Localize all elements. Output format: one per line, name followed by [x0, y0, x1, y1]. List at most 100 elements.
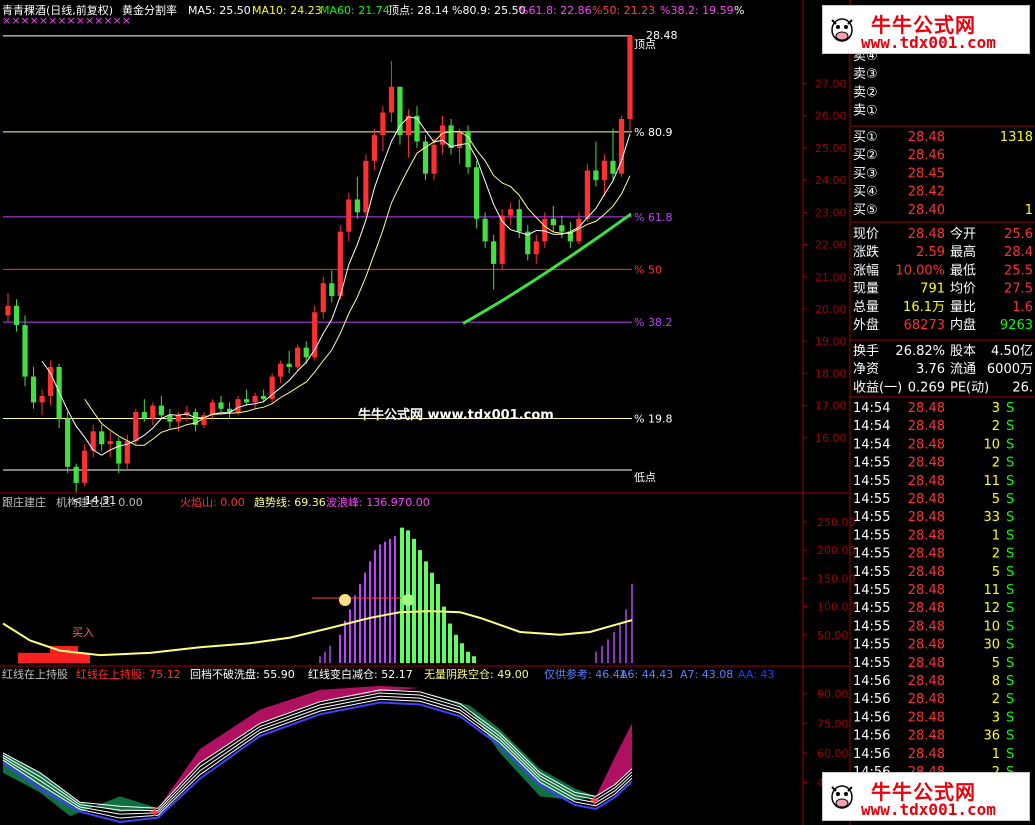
panel3-stat: 回档不破洗盘: 55.90 — [190, 667, 295, 681]
tick-side: S — [1006, 492, 1014, 507]
stat-label: 现价 — [853, 227, 879, 242]
candle-body — [482, 218, 488, 242]
candle-body — [508, 209, 514, 216]
candle-body — [312, 312, 318, 358]
stat-label: 外盘 — [853, 317, 879, 333]
tick-volume: 2 — [992, 692, 1000, 707]
tick-time: 14:55 — [853, 456, 890, 471]
ad-banner-top[interactable]: 牛牛公式网 www.tdx001.com — [822, 5, 1030, 54]
tick-price: 28.48 — [908, 456, 945, 471]
stock-chart-canvas[interactable]: 青青稞酒(日线,前复权) 黄金分割率 MA5: 25.50 MA10: 24.23MA… — [0, 0, 1035, 825]
panel3-y-label: 75.00 — [817, 717, 849, 730]
buy-price: 28.46 — [908, 148, 945, 163]
tick-side: S — [1006, 656, 1014, 671]
tick-volume: 3 — [992, 401, 1000, 416]
candle-body — [320, 283, 326, 313]
fib-label: % 38.2 — [634, 316, 672, 329]
cow-logo-icon — [829, 14, 855, 44]
candle-body — [584, 170, 590, 219]
panel2-y-label: 250.00 — [817, 516, 856, 529]
candle-body — [491, 241, 497, 264]
tick-side: S — [1006, 474, 1014, 489]
candle-body — [380, 112, 386, 136]
ad-banner-bottom[interactable]: 牛牛公式网 www.tdx001.com — [822, 772, 1030, 821]
stat-label: 今开 — [950, 226, 976, 242]
candle-body — [99, 431, 105, 445]
stat-value: 3.76 — [916, 362, 945, 377]
fib-label: % 80.9 — [634, 126, 672, 139]
tick-price: 28.48 — [908, 747, 945, 762]
tick-time: 14:55 — [853, 565, 890, 580]
fan-line — [2, 698, 633, 819]
tick-time: 14:55 — [853, 547, 890, 562]
panel2-stat: : 0.00 — [398, 496, 430, 509]
tick-time: 14:55 — [853, 492, 890, 507]
candle-body — [278, 363, 284, 377]
tick-time: 14:54 — [853, 437, 890, 452]
stat-label: 均价 — [950, 282, 976, 297]
panel3-y-label: 60.00 — [817, 747, 849, 760]
header-stat: 顶点: 28.14 — [388, 4, 449, 17]
candle-body — [414, 115, 420, 142]
stat-label: PE(动) — [950, 380, 989, 395]
candle-body — [593, 170, 599, 181]
candle-body — [533, 241, 539, 255]
tick-time: 14:54 — [853, 419, 890, 434]
tick-side: S — [1006, 583, 1014, 598]
candle-body — [133, 412, 139, 442]
buy-price: 28.40 — [908, 203, 945, 218]
panel3-stat: 红线在上持股 — [2, 667, 68, 681]
trend-line — [2, 610, 633, 657]
tick-time: 14:55 — [853, 474, 890, 489]
candle-body — [303, 347, 309, 358]
buy-level-label: 买① — [853, 130, 878, 145]
stat-value: 9263 — [1000, 318, 1033, 333]
tick-side: S — [1006, 510, 1014, 525]
tick-time: 14:56 — [853, 692, 890, 707]
panel3-stat: AA: 43 — [738, 668, 774, 681]
candle-body — [363, 160, 369, 213]
panel2-stat: 趋势线: 69.36 — [254, 495, 326, 509]
buy-price: 28.48 — [908, 130, 945, 145]
tick-side: S — [1006, 619, 1014, 634]
stat-value: 791 — [920, 282, 945, 297]
candle-body — [346, 199, 352, 232]
candle-body — [158, 405, 164, 416]
candle-body — [601, 160, 608, 181]
stat-label: 最高 — [950, 244, 976, 260]
tick-side: S — [1006, 710, 1014, 725]
header-stat: %80.9: 25.50 — [452, 4, 526, 17]
panel2-stat: 机构建仓区: 0.00 — [56, 495, 143, 509]
candle-body — [261, 395, 267, 400]
stat-label: 流通 — [950, 362, 976, 377]
candle-body — [167, 415, 173, 422]
y-axis-label: 17.00 — [815, 400, 847, 413]
candle-body — [82, 450, 88, 483]
tick-side: S — [1006, 456, 1014, 471]
panel3-stat: A7: 43.08 — [680, 668, 733, 681]
y-axis-label: 23.00 — [815, 206, 847, 219]
header-stat: %50: 21.23 — [592, 4, 655, 17]
stat-value: 26.82% — [895, 344, 945, 359]
tick-price: 28.48 — [908, 492, 945, 507]
stat-label: 涨幅 — [853, 263, 879, 278]
tick-price: 28.48 — [908, 601, 945, 616]
stat-label: 最低 — [950, 263, 976, 278]
stat-label: 收益(一) — [853, 380, 902, 395]
y-axis-label: 25.00 — [815, 142, 847, 155]
candle-body — [218, 402, 224, 409]
candle-body — [295, 347, 301, 367]
buy-price: 28.42 — [908, 185, 945, 200]
tick-price: 28.48 — [908, 528, 945, 543]
tick-time: 14:56 — [853, 747, 890, 762]
tick-side: S — [1006, 692, 1014, 707]
tick-volume: 11 — [983, 474, 1000, 489]
stat-label: 换手 — [853, 344, 879, 359]
tick-volume: 30 — [983, 638, 1000, 653]
stat-value: 0.269 — [908, 380, 945, 395]
fib-label: % 61.8 — [634, 211, 672, 224]
header-stat: MA10: 24.23 — [252, 4, 322, 17]
tick-time: 14:56 — [853, 729, 890, 744]
header-stat: MA60: 21.74 — [320, 4, 390, 17]
stat-value: 26. — [1012, 380, 1033, 395]
